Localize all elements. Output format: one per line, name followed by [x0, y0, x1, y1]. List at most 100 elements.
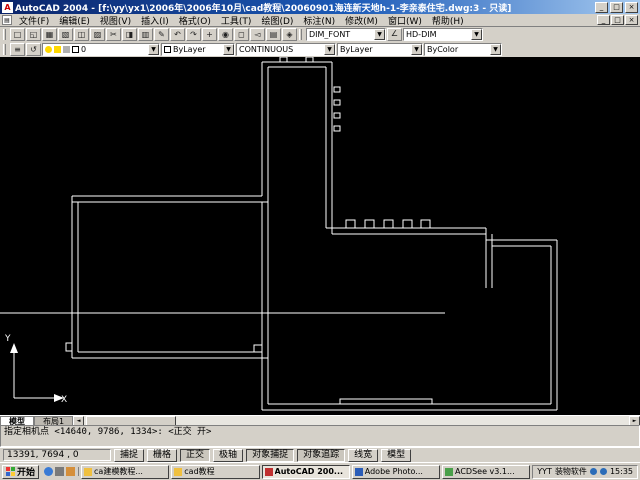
tab-layout1[interactable]: 布局1	[34, 416, 73, 425]
layer-combo[interactable]: 0 ▼	[42, 43, 160, 56]
lineweight-combo[interactable]: ByLayer ▼	[337, 43, 423, 56]
close-button[interactable]: ×	[625, 2, 638, 13]
menu-item-7[interactable]: 标注(N)	[298, 14, 340, 27]
task-label: cad教程	[184, 466, 214, 477]
status-grid-toggle[interactable]: 栅格	[147, 449, 177, 462]
coordinate-readout[interactable]: 13391, 7694 , 0	[3, 449, 111, 461]
tray-item-1: 装物软件	[555, 466, 587, 477]
toolbar-grip[interactable]	[3, 29, 6, 40]
dim-style-icon[interactable]: ∠	[387, 28, 402, 41]
status-polar-toggle[interactable]: 极轴	[213, 449, 243, 462]
autocad-app-icon: A	[2, 2, 13, 13]
plot-style-combo[interactable]: ByColor ▼	[424, 43, 502, 56]
menu-item-6[interactable]: 绘图(D)	[256, 14, 298, 27]
drawing-canvas[interactable]: YX	[0, 57, 640, 415]
new-icon[interactable]: □	[10, 28, 25, 41]
menu-item-1[interactable]: 编辑(E)	[54, 14, 95, 27]
status-toggles: 捕捉栅格正交极轴对象捕捉对象追踪线宽模型	[114, 449, 411, 462]
menu-item-3[interactable]: 插入(I)	[136, 14, 174, 27]
taskbar-task-3[interactable]: Adobe Photo...	[352, 465, 440, 479]
menu-item-0[interactable]: 文件(F)	[14, 14, 54, 27]
standard-toolbar: □◱▦▧◫▨✂◨▥✎↶↷+◉◻◅▤◈ DIM_FONT ▼ ∠ HD-DIM ▼	[0, 27, 640, 42]
paste-icon[interactable]: ▥	[138, 28, 153, 41]
status-lwt-toggle[interactable]: 线宽	[348, 449, 378, 462]
taskbar-task-0[interactable]: ca建模教程...	[81, 465, 169, 479]
minimize-button[interactable]: _	[595, 2, 608, 13]
color-combo[interactable]: ByLayer ▼	[161, 43, 235, 56]
floor-plan-svg: YX	[0, 57, 640, 415]
mdi-restore-button[interactable]: □	[611, 15, 624, 25]
zoom-previous-icon[interactable]: ◅	[250, 28, 265, 41]
folder-icon	[84, 468, 92, 476]
horizontal-scrollbar[interactable]: ◄ ►	[73, 416, 640, 425]
menu-item-5[interactable]: 工具(T)	[216, 14, 257, 27]
dropdown-arrow-icon[interactable]: ▼	[374, 29, 385, 40]
menu-items: 文件(F)编辑(E)视图(V)插入(I)格式(O)工具(T)绘图(D)标注(N)…	[14, 14, 469, 27]
quicklaunch-ie-icon[interactable]	[44, 467, 53, 476]
dropdown-arrow-icon[interactable]: ▼	[324, 44, 335, 55]
dropdown-arrow-icon[interactable]: ▼	[411, 44, 422, 55]
status-bar: 13391, 7694 , 0 捕捉栅格正交极轴对象捕捉对象追踪线宽模型	[0, 447, 640, 462]
menu-item-2[interactable]: 视图(V)	[95, 14, 136, 27]
color-value: ByLayer	[173, 45, 221, 54]
copy-icon[interactable]: ◨	[122, 28, 137, 41]
plot-icon[interactable]: ▧	[58, 28, 73, 41]
menu-item-8[interactable]: 修改(M)	[340, 14, 383, 27]
linetype-combo[interactable]: CONTINUOUS ▼	[236, 43, 336, 56]
tray-app-icon[interactable]	[600, 468, 607, 475]
text-style-combo[interactable]: DIM_FONT ▼	[306, 28, 386, 41]
status-osnap-toggle[interactable]: 对象捕捉	[246, 449, 294, 462]
zoom-window-icon[interactable]: ◻	[234, 28, 249, 41]
match-properties-icon[interactable]: ✎	[154, 28, 169, 41]
tray-app-icon[interactable]	[590, 468, 597, 475]
cut-icon[interactable]: ✂	[106, 28, 121, 41]
plot-preview-icon[interactable]: ◫	[74, 28, 89, 41]
taskbar-task-2[interactable]: AutoCAD 200...	[262, 465, 350, 479]
task-label: ACDSee v3.1...	[455, 467, 515, 476]
ucs-y-label: Y	[4, 334, 11, 344]
zoom-realtime-icon[interactable]: ◉	[218, 28, 233, 41]
status-ortho-toggle[interactable]: 正交	[180, 449, 210, 462]
status-model-toggle[interactable]: 模型	[381, 449, 411, 462]
dropdown-arrow-icon[interactable]: ▼	[490, 44, 501, 55]
save-icon[interactable]: ▦	[42, 28, 57, 41]
dropdown-arrow-icon[interactable]: ▼	[148, 44, 159, 55]
start-button[interactable]: 开始	[2, 465, 39, 479]
mdi-close-button[interactable]: ×	[625, 15, 638, 25]
layers-icon[interactable]: ≡	[10, 43, 25, 56]
acad-icon	[265, 468, 273, 476]
dim-style-combo[interactable]: HD-DIM ▼	[403, 28, 483, 41]
tab-model[interactable]: 模型	[0, 416, 34, 425]
mdi-minimize-button[interactable]: _	[597, 15, 610, 25]
dropdown-arrow-icon[interactable]: ▼	[471, 29, 482, 40]
taskbar-task-4[interactable]: ACDSee v3.1...	[442, 465, 530, 479]
task-label: ca建模教程...	[94, 466, 143, 477]
dropdown-arrow-icon[interactable]: ▼	[223, 44, 234, 55]
task-buttons: ca建模教程... cad教程 AutoCAD 200...Adobe Photo.…	[81, 465, 530, 479]
toolbar-grip[interactable]	[299, 29, 302, 40]
menu-item-10[interactable]: 帮助(H)	[427, 14, 469, 27]
pan-icon[interactable]: +	[202, 28, 217, 41]
properties-icon[interactable]: ▤	[266, 28, 281, 41]
command-window[interactable]: 指定相机点 <14640, 9786, 1334>: <正交 开>	[0, 425, 640, 447]
publish-icon[interactable]: ▨	[90, 28, 105, 41]
quicklaunch-desktop-icon[interactable]	[55, 467, 64, 476]
autocad-window: A AutoCAD 2004 - [f:\yy\yx1\2006年\2006年1…	[0, 0, 640, 480]
quicklaunch-media-icon[interactable]	[66, 467, 75, 476]
designcenter-icon[interactable]: ◈	[282, 28, 297, 41]
scrollbar-track[interactable]	[84, 416, 629, 425]
undo-icon[interactable]: ↶	[170, 28, 185, 41]
status-otrack-toggle[interactable]: 对象追踪	[297, 449, 345, 462]
acdsee-icon	[445, 468, 453, 476]
menu-item-4[interactable]: 格式(O)	[174, 14, 216, 27]
open-icon[interactable]: ◱	[26, 28, 41, 41]
status-snap-toggle[interactable]: 捕捉	[114, 449, 144, 462]
start-label: 开始	[17, 465, 35, 478]
redo-icon[interactable]: ↷	[186, 28, 201, 41]
restore-button[interactable]: □	[610, 2, 623, 13]
toolbar-grip[interactable]	[3, 44, 6, 55]
layer-previous-icon[interactable]: ↺	[26, 43, 41, 56]
taskbar-task-1[interactable]: cad教程	[171, 465, 259, 479]
menu-bar: ▤ 文件(F)编辑(E)视图(V)插入(I)格式(O)工具(T)绘图(D)标注(…	[0, 14, 640, 27]
menu-item-9[interactable]: 窗口(W)	[383, 14, 427, 27]
